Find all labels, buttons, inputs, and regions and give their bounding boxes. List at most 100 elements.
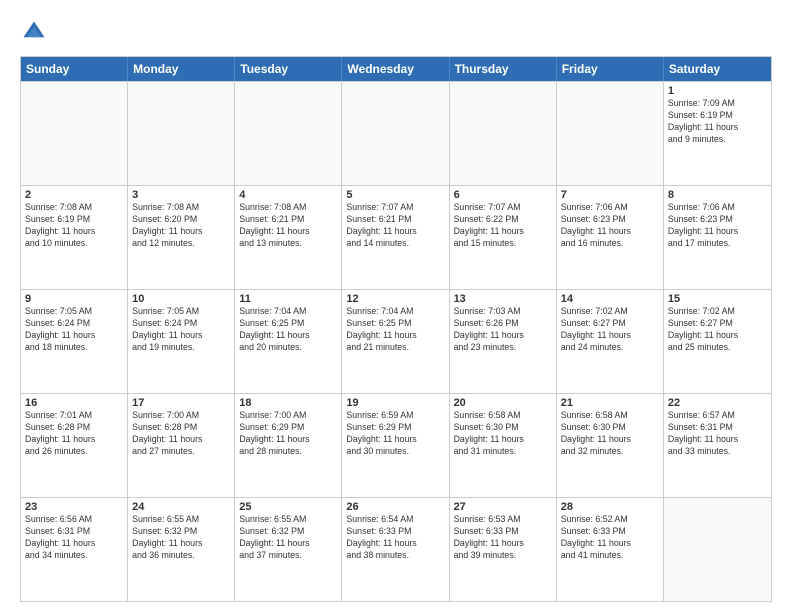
- weekday-header-thursday: Thursday: [450, 57, 557, 81]
- day-number: 17: [132, 397, 230, 409]
- day-cell-25: 25Sunrise: 6:55 AM Sunset: 6:32 PM Dayli…: [235, 498, 342, 601]
- day-info: Sunrise: 6:56 AM Sunset: 6:31 PM Dayligh…: [25, 514, 123, 562]
- day-cell-9: 9Sunrise: 7:05 AM Sunset: 6:24 PM Daylig…: [21, 290, 128, 393]
- calendar-body: 1Sunrise: 7:09 AM Sunset: 6:19 PM Daylig…: [21, 81, 771, 601]
- day-info: Sunrise: 6:54 AM Sunset: 6:33 PM Dayligh…: [346, 514, 444, 562]
- day-info: Sunrise: 7:07 AM Sunset: 6:21 PM Dayligh…: [346, 202, 444, 250]
- weekday-header-wednesday: Wednesday: [342, 57, 449, 81]
- day-number: 24: [132, 501, 230, 513]
- day-cell-18: 18Sunrise: 7:00 AM Sunset: 6:29 PM Dayli…: [235, 394, 342, 497]
- day-number: 19: [346, 397, 444, 409]
- empty-cell-r0c2: [235, 82, 342, 185]
- day-cell-23: 23Sunrise: 6:56 AM Sunset: 6:31 PM Dayli…: [21, 498, 128, 601]
- weekday-header-friday: Friday: [557, 57, 664, 81]
- logo: [20, 18, 52, 46]
- logo-icon: [20, 18, 48, 46]
- day-number: 9: [25, 293, 123, 305]
- day-cell-28: 28Sunrise: 6:52 AM Sunset: 6:33 PM Dayli…: [557, 498, 664, 601]
- day-info: Sunrise: 7:05 AM Sunset: 6:24 PM Dayligh…: [132, 306, 230, 354]
- day-cell-27: 27Sunrise: 6:53 AM Sunset: 6:33 PM Dayli…: [450, 498, 557, 601]
- day-cell-3: 3Sunrise: 7:08 AM Sunset: 6:20 PM Daylig…: [128, 186, 235, 289]
- day-number: 4: [239, 189, 337, 201]
- day-number: 25: [239, 501, 337, 513]
- day-info: Sunrise: 7:06 AM Sunset: 6:23 PM Dayligh…: [668, 202, 767, 250]
- day-cell-16: 16Sunrise: 7:01 AM Sunset: 6:28 PM Dayli…: [21, 394, 128, 497]
- empty-cell-r0c5: [557, 82, 664, 185]
- day-number: 23: [25, 501, 123, 513]
- day-cell-17: 17Sunrise: 7:00 AM Sunset: 6:28 PM Dayli…: [128, 394, 235, 497]
- day-info: Sunrise: 7:04 AM Sunset: 6:25 PM Dayligh…: [239, 306, 337, 354]
- empty-cell-r0c1: [128, 82, 235, 185]
- day-number: 12: [346, 293, 444, 305]
- day-cell-26: 26Sunrise: 6:54 AM Sunset: 6:33 PM Dayli…: [342, 498, 449, 601]
- day-info: Sunrise: 7:05 AM Sunset: 6:24 PM Dayligh…: [25, 306, 123, 354]
- day-number: 27: [454, 501, 552, 513]
- empty-cell-r4c6: [664, 498, 771, 601]
- weekday-header-tuesday: Tuesday: [235, 57, 342, 81]
- day-info: Sunrise: 6:59 AM Sunset: 6:29 PM Dayligh…: [346, 410, 444, 458]
- day-number: 8: [668, 189, 767, 201]
- day-number: 7: [561, 189, 659, 201]
- day-number: 11: [239, 293, 337, 305]
- calendar: SundayMondayTuesdayWednesdayThursdayFrid…: [20, 56, 772, 602]
- header: [20, 18, 772, 46]
- day-cell-6: 6Sunrise: 7:07 AM Sunset: 6:22 PM Daylig…: [450, 186, 557, 289]
- day-number: 26: [346, 501, 444, 513]
- day-number: 20: [454, 397, 552, 409]
- calendar-row-0: 1Sunrise: 7:09 AM Sunset: 6:19 PM Daylig…: [21, 81, 771, 185]
- day-info: Sunrise: 7:00 AM Sunset: 6:29 PM Dayligh…: [239, 410, 337, 458]
- calendar-row-1: 2Sunrise: 7:08 AM Sunset: 6:19 PM Daylig…: [21, 185, 771, 289]
- day-info: Sunrise: 7:03 AM Sunset: 6:26 PM Dayligh…: [454, 306, 552, 354]
- day-cell-11: 11Sunrise: 7:04 AM Sunset: 6:25 PM Dayli…: [235, 290, 342, 393]
- day-info: Sunrise: 7:08 AM Sunset: 6:21 PM Dayligh…: [239, 202, 337, 250]
- day-info: Sunrise: 6:55 AM Sunset: 6:32 PM Dayligh…: [239, 514, 337, 562]
- day-cell-13: 13Sunrise: 7:03 AM Sunset: 6:26 PM Dayli…: [450, 290, 557, 393]
- day-number: 16: [25, 397, 123, 409]
- day-number: 15: [668, 293, 767, 305]
- calendar-header: SundayMondayTuesdayWednesdayThursdayFrid…: [21, 57, 771, 81]
- weekday-header-saturday: Saturday: [664, 57, 771, 81]
- day-info: Sunrise: 7:09 AM Sunset: 6:19 PM Dayligh…: [668, 98, 767, 146]
- day-number: 22: [668, 397, 767, 409]
- weekday-header-monday: Monday: [128, 57, 235, 81]
- empty-cell-r0c3: [342, 82, 449, 185]
- day-number: 13: [454, 293, 552, 305]
- day-cell-2: 2Sunrise: 7:08 AM Sunset: 6:19 PM Daylig…: [21, 186, 128, 289]
- day-number: 21: [561, 397, 659, 409]
- calendar-row-4: 23Sunrise: 6:56 AM Sunset: 6:31 PM Dayli…: [21, 497, 771, 601]
- day-number: 3: [132, 189, 230, 201]
- day-cell-15: 15Sunrise: 7:02 AM Sunset: 6:27 PM Dayli…: [664, 290, 771, 393]
- day-number: 18: [239, 397, 337, 409]
- weekday-header-sunday: Sunday: [21, 57, 128, 81]
- day-number: 28: [561, 501, 659, 513]
- day-cell-19: 19Sunrise: 6:59 AM Sunset: 6:29 PM Dayli…: [342, 394, 449, 497]
- day-info: Sunrise: 7:00 AM Sunset: 6:28 PM Dayligh…: [132, 410, 230, 458]
- day-cell-22: 22Sunrise: 6:57 AM Sunset: 6:31 PM Dayli…: [664, 394, 771, 497]
- day-info: Sunrise: 7:01 AM Sunset: 6:28 PM Dayligh…: [25, 410, 123, 458]
- day-info: Sunrise: 7:08 AM Sunset: 6:19 PM Dayligh…: [25, 202, 123, 250]
- day-number: 1: [668, 85, 767, 97]
- day-cell-14: 14Sunrise: 7:02 AM Sunset: 6:27 PM Dayli…: [557, 290, 664, 393]
- day-info: Sunrise: 6:58 AM Sunset: 6:30 PM Dayligh…: [561, 410, 659, 458]
- day-cell-1: 1Sunrise: 7:09 AM Sunset: 6:19 PM Daylig…: [664, 82, 771, 185]
- day-info: Sunrise: 7:02 AM Sunset: 6:27 PM Dayligh…: [668, 306, 767, 354]
- day-info: Sunrise: 6:57 AM Sunset: 6:31 PM Dayligh…: [668, 410, 767, 458]
- day-info: Sunrise: 7:04 AM Sunset: 6:25 PM Dayligh…: [346, 306, 444, 354]
- day-cell-7: 7Sunrise: 7:06 AM Sunset: 6:23 PM Daylig…: [557, 186, 664, 289]
- day-cell-4: 4Sunrise: 7:08 AM Sunset: 6:21 PM Daylig…: [235, 186, 342, 289]
- empty-cell-r0c4: [450, 82, 557, 185]
- day-info: Sunrise: 6:53 AM Sunset: 6:33 PM Dayligh…: [454, 514, 552, 562]
- day-cell-12: 12Sunrise: 7:04 AM Sunset: 6:25 PM Dayli…: [342, 290, 449, 393]
- page: SundayMondayTuesdayWednesdayThursdayFrid…: [0, 0, 792, 612]
- day-info: Sunrise: 7:02 AM Sunset: 6:27 PM Dayligh…: [561, 306, 659, 354]
- day-cell-5: 5Sunrise: 7:07 AM Sunset: 6:21 PM Daylig…: [342, 186, 449, 289]
- day-number: 14: [561, 293, 659, 305]
- day-cell-8: 8Sunrise: 7:06 AM Sunset: 6:23 PM Daylig…: [664, 186, 771, 289]
- day-info: Sunrise: 7:07 AM Sunset: 6:22 PM Dayligh…: [454, 202, 552, 250]
- day-info: Sunrise: 6:52 AM Sunset: 6:33 PM Dayligh…: [561, 514, 659, 562]
- day-cell-10: 10Sunrise: 7:05 AM Sunset: 6:24 PM Dayli…: [128, 290, 235, 393]
- empty-cell-r0c0: [21, 82, 128, 185]
- day-number: 6: [454, 189, 552, 201]
- day-cell-21: 21Sunrise: 6:58 AM Sunset: 6:30 PM Dayli…: [557, 394, 664, 497]
- day-number: 2: [25, 189, 123, 201]
